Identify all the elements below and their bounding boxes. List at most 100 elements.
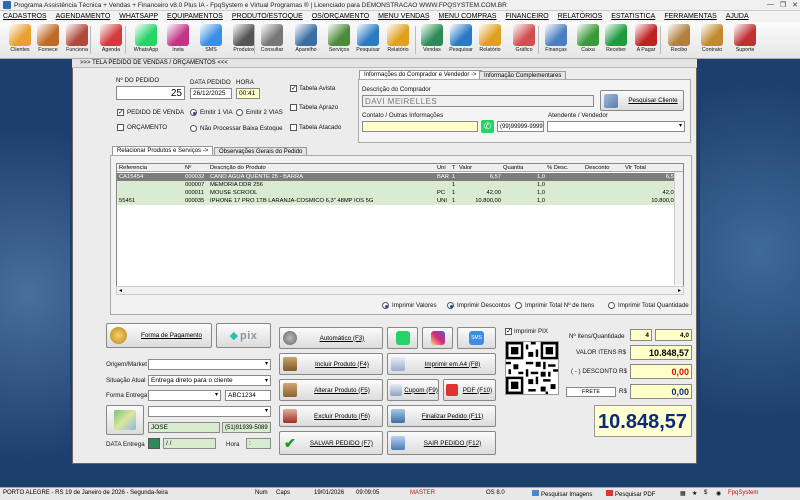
maximize-button[interactable]: ❐ — [780, 1, 786, 9]
toolbar-aparelho-button[interactable]: Aparelho — [291, 24, 321, 57]
coupon-button[interactable]: Cupom (F9) — [387, 379, 439, 401]
toolbar-clientes-button[interactable]: Clientes — [5, 24, 35, 57]
column-header[interactable]: % Desc. — [547, 164, 583, 172]
order-date-field[interactable]: 26/12/2025 — [190, 88, 232, 99]
print-quantity-total-radio[interactable] — [608, 302, 615, 309]
delivery-method-select[interactable]: ▾ — [148, 390, 221, 401]
save-order-button[interactable]: ✔ SALVAR PEDIDO (F7) — [279, 431, 383, 455]
status-globe-icon[interactable]: ◉ — [716, 490, 721, 497]
order-time-field[interactable]: 00:41 — [236, 88, 260, 99]
table-row[interactable]: 000007 MEMORIA DDR 256 1 1,0 — [117, 181, 683, 189]
tab-products-services[interactable]: Relacionar Produtos e Serviços -> — [112, 146, 214, 155]
toolbar-pesquisar-button[interactable]: Pesquisar — [446, 24, 476, 57]
toolbar-funciona-button[interactable]: Funciona — [62, 24, 92, 57]
toolbar-recibo-button[interactable]: Recibo — [664, 24, 694, 57]
toolbar-suporte-button[interactable]: Suporte — [730, 24, 760, 57]
toolbar-contrato-button[interactable]: Contrato — [697, 24, 727, 57]
status-star-icon[interactable]: ★ — [692, 490, 697, 497]
finish-order-button[interactable]: Finalizar Pedido (F11) — [387, 405, 496, 427]
edit-product-button[interactable]: Alterar Produto (F5) — [279, 379, 383, 401]
toolbar-vendas-button[interactable]: Vendas — [417, 24, 447, 57]
toolbar-consultar-button[interactable]: Consultar — [257, 24, 287, 57]
menu-produto-estoque[interactable]: PRODUTO/ESTOQUE — [232, 13, 303, 20]
menu-whatsapp[interactable]: WHATSAPP — [119, 13, 158, 20]
table-cash-checkbox[interactable] — [290, 84, 297, 92]
toolbar-finan-as-button[interactable]: Finanças — [541, 24, 571, 57]
toolbar-relat-rio-button[interactable]: Relatório — [383, 24, 413, 57]
toolbar-relat-rio-button[interactable]: Relatório — [475, 24, 505, 57]
send-instagram-button[interactable] — [422, 327, 453, 349]
send-whatsapp-button[interactable] — [387, 327, 418, 349]
print-pix-checkbox[interactable] — [505, 327, 512, 335]
calendar-icon[interactable] — [148, 438, 160, 449]
toolbar-insta-button[interactable]: Insta — [163, 24, 193, 57]
delivery-date-field[interactable]: / / — [163, 438, 216, 449]
whatsapp-icon[interactable]: ✆ — [481, 120, 494, 133]
delete-product-button[interactable]: Excluir Produto (F6) — [279, 405, 383, 427]
table-wholesale-checkbox[interactable] — [290, 124, 297, 131]
status-help-icon[interactable]: ▦ — [680, 490, 686, 497]
freight-field[interactable]: 0,00 — [630, 384, 692, 399]
column-header[interactable]: Referencia — [119, 164, 181, 172]
delivery-code-field[interactable]: ABC1234 — [225, 390, 271, 401]
order-number-field[interactable]: 25 — [116, 86, 185, 100]
column-header[interactable]: Nº — [185, 164, 209, 172]
delivery-select[interactable]: ▾ — [148, 406, 271, 417]
sales-order-checkbox[interactable] — [117, 108, 124, 116]
toolbar-pesquisar-button[interactable]: Pesquisar — [353, 24, 383, 57]
column-header[interactable]: Quantia — [503, 164, 545, 172]
buyer-field[interactable]: DAVI MEIRELLES — [362, 95, 594, 107]
toolbar-gr-fico-button[interactable]: Gráfico — [509, 24, 539, 57]
status-select[interactable]: Entrega direto para o cliente ▾ — [148, 375, 271, 386]
search-pdf-button[interactable]: Pesquisar PDF — [606, 490, 655, 498]
column-header[interactable]: Valor — [459, 164, 501, 172]
column-header[interactable]: Desconto — [585, 164, 623, 172]
automatic-button[interactable]: Automático (F3) — [279, 327, 383, 349]
scroll-right-icon[interactable]: ▸ — [678, 287, 681, 294]
horizontal-scrollbar[interactable]: ◂ ▸ — [116, 286, 684, 295]
menu-relat-rios[interactable]: RELATÓRIOS — [558, 13, 603, 20]
column-header[interactable]: Uni — [437, 164, 449, 172]
table-row[interactable]: 000011 MOUSE SCROOL PC 1 42,00 1,0 42,00 — [117, 189, 683, 197]
exit-order-button[interactable]: SAIR PEDIDO (F12) — [387, 431, 496, 455]
print-a4-button[interactable]: Imprimir em A4 (F8) — [387, 353, 496, 375]
menu-menu-vendas[interactable]: MENU VENDAS — [378, 13, 429, 20]
print-discounts-radio[interactable] — [447, 302, 454, 309]
pdf-button[interactable]: PDF (F10) — [443, 379, 496, 401]
menu-financeiro[interactable]: FINANCEIRO — [505, 13, 548, 20]
toolbar-a-pagar-button[interactable]: A Pagar — [631, 24, 661, 57]
scroll-left-icon[interactable]: ◂ — [119, 287, 122, 294]
discount-field[interactable]: 0,00 — [630, 364, 692, 379]
delivery-name-field[interactable]: JOSE — [148, 422, 220, 433]
column-header[interactable]: T — [452, 164, 458, 172]
no-stock-radio[interactable] — [190, 125, 197, 132]
column-header[interactable]: Descrição do Produto — [210, 164, 438, 172]
origin-select[interactable]: ▾ — [148, 359, 271, 370]
menu-estatistica[interactable]: ESTATISTICA — [611, 13, 655, 20]
toolbar-caixa-button[interactable]: Caixa — [573, 24, 603, 57]
quote-checkbox[interactable] — [117, 124, 124, 131]
map-button[interactable] — [106, 405, 144, 435]
table-row[interactable]: CA15454 000032 CANO AGUA QUENTE 25 - BARRA… — [117, 173, 683, 181]
menu-ferramentas[interactable]: FERRAMENTAS — [664, 13, 716, 20]
toolbar-servi-os-button[interactable]: Serviços — [324, 24, 354, 57]
emit-1-via-radio[interactable] — [190, 109, 197, 116]
menu-cadastros[interactable]: CADASTROS — [3, 13, 47, 20]
phone-field[interactable]: (99)99999-9999 — [497, 121, 544, 132]
print-values-radio[interactable] — [382, 302, 389, 309]
table-term-checkbox[interactable] — [290, 104, 297, 111]
toolbar-whatsapp-button[interactable]: WhatsApp — [131, 24, 161, 57]
minimize-button[interactable]: — — [767, 1, 774, 9]
print-items-total-radio[interactable] — [515, 302, 522, 309]
toolbar-agenda-button[interactable]: Agenda — [96, 24, 126, 57]
toolbar-receber-button[interactable]: Receber — [601, 24, 631, 57]
column-header[interactable]: Vlr Total — [625, 164, 677, 172]
contact-field[interactable] — [362, 121, 478, 132]
toolbar-sms-button[interactable]: SMS — [196, 24, 226, 57]
close-button[interactable]: ✕ — [792, 1, 798, 9]
menu-equipamentos[interactable]: EQUIPAMENTOS — [167, 13, 223, 20]
search-images-button[interactable]: Pesquisar Imagens — [532, 490, 592, 498]
table-row[interactable]: 55451 000035 IPHONE 17 PRO 1TB LARANJA-COS… — [117, 197, 683, 205]
menu-os-or-amento[interactable]: OS/ORÇAMENTO — [312, 13, 369, 20]
vertical-scrollbar[interactable] — [674, 172, 683, 285]
